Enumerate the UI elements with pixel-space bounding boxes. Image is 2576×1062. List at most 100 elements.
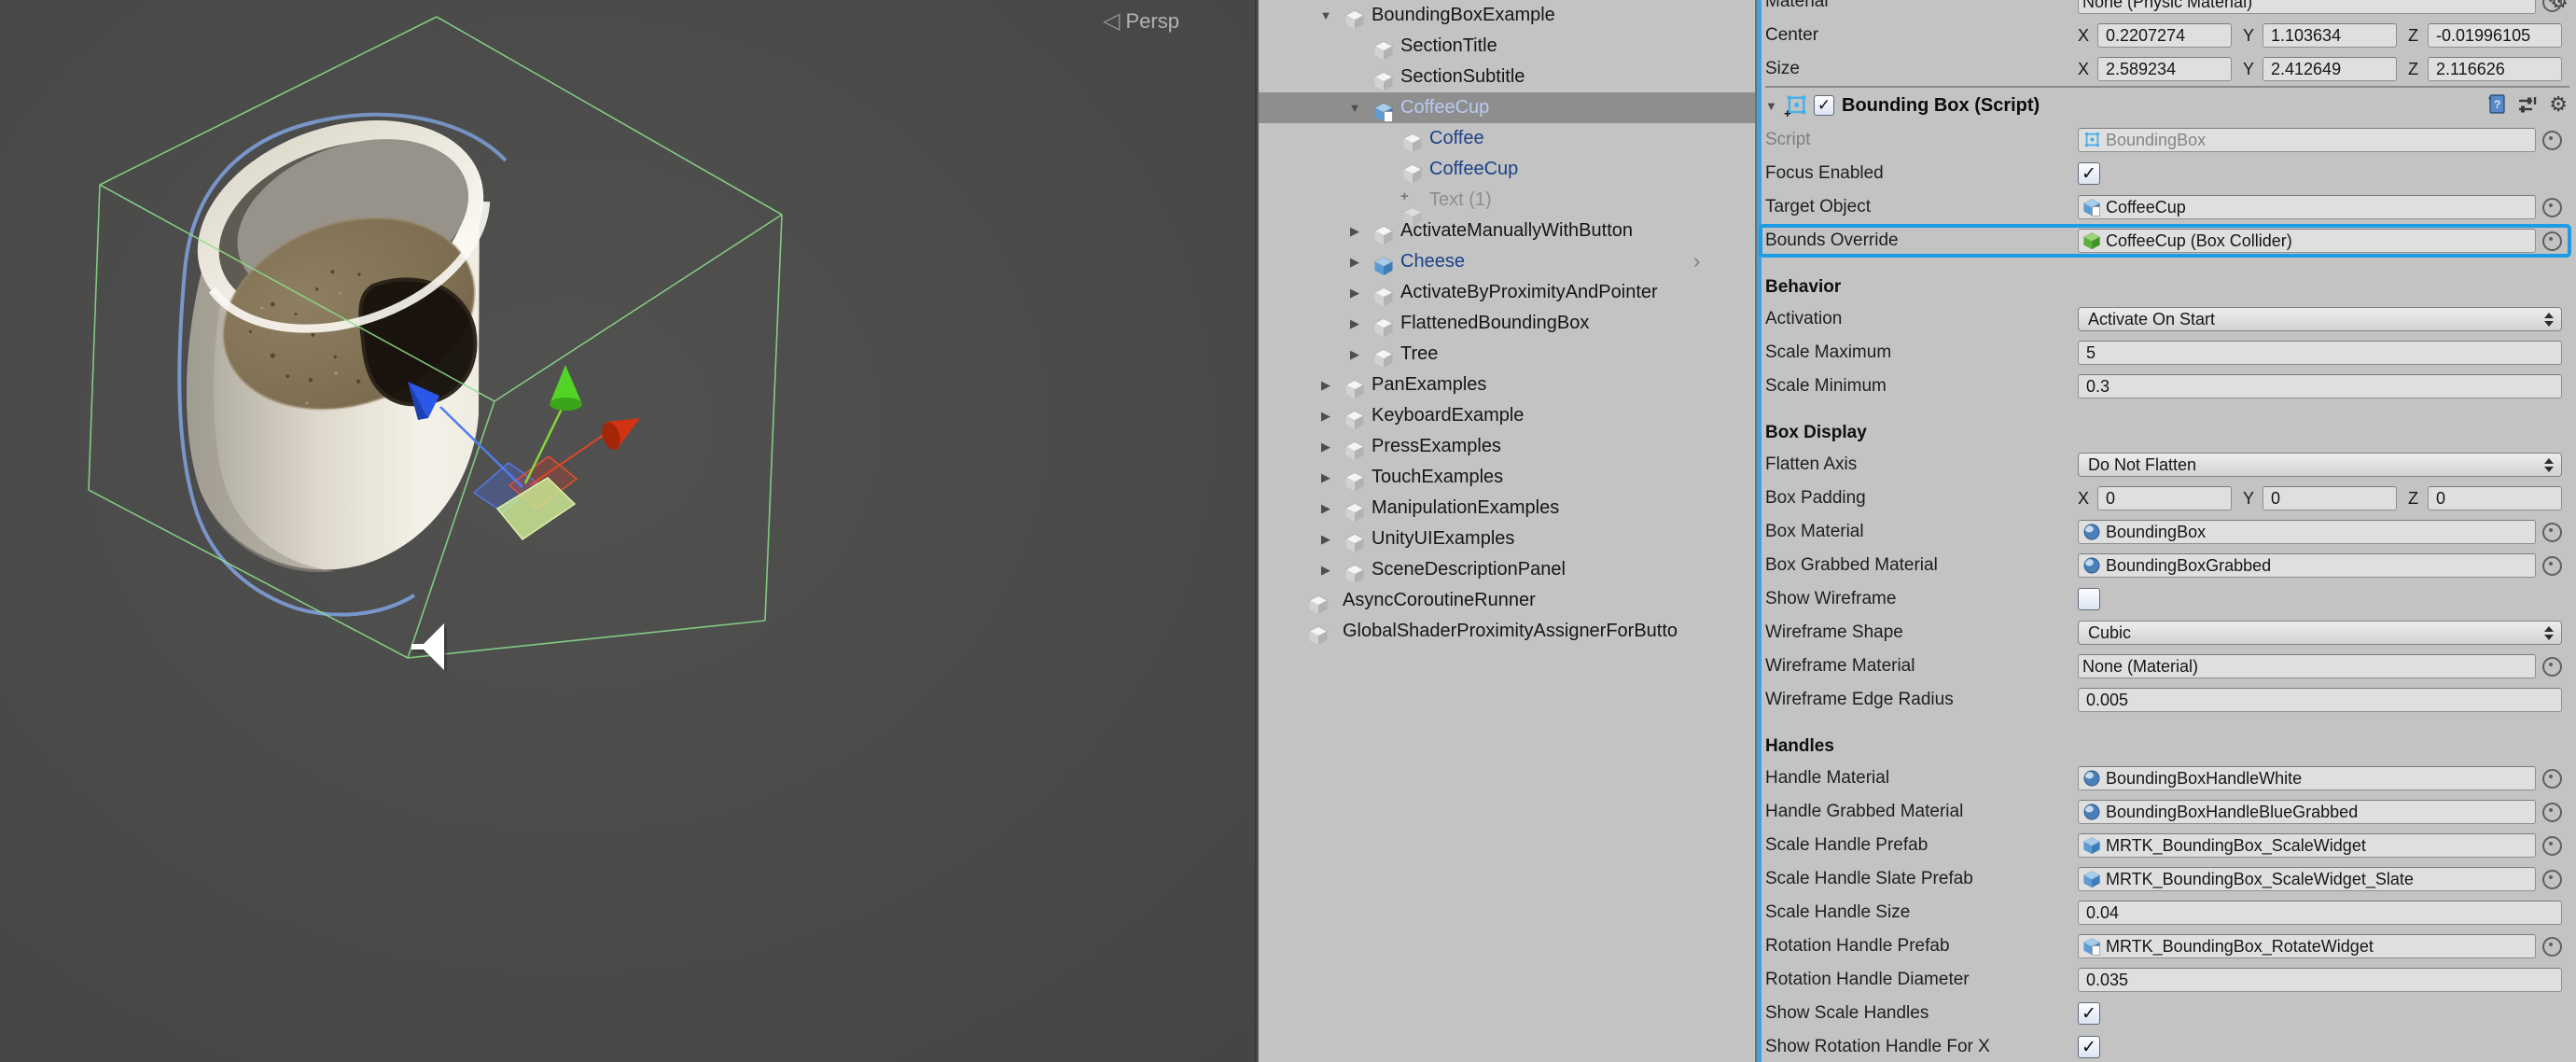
hierarchy-item-unityuiexamples[interactable]: ▶ UnityUIExamples xyxy=(1259,524,1755,554)
target-object-object-field[interactable]: CoffeeCup xyxy=(2078,195,2536,219)
dropdown-arrows-icon xyxy=(2544,626,2554,640)
rotation-handle-diameter-input[interactable]: 0.035 xyxy=(2078,968,2562,992)
wireframe-edge-radius-input[interactable]: 0.005 xyxy=(2078,688,2562,712)
hierarchy-item-sectionsubtitle[interactable]: SectionSubtitle xyxy=(1259,62,1755,92)
hierarchy-item-tree[interactable]: ▶ Tree xyxy=(1259,339,1755,370)
foldout-triangle-icon[interactable]: ▶ xyxy=(1346,316,1363,331)
show-rotation-handle-for-x-checkbox[interactable]: ✓ xyxy=(2078,1036,2100,1058)
hierarchy-item-asynccoroutinerunner[interactable]: AsyncCoroutineRunner xyxy=(1259,585,1755,616)
chevron-right-icon[interactable]: › xyxy=(1693,249,1700,273)
box-padding-z-input[interactable]: 0 xyxy=(2428,486,2562,510)
object-picker-icon[interactable] xyxy=(2542,522,2562,542)
foldout-triangle-icon[interactable]: ▶ xyxy=(1317,378,1334,393)
size-z-input[interactable]: 2.116626 xyxy=(2428,57,2562,81)
scale-handle-size-input[interactable]: 0.04 xyxy=(2078,901,2562,925)
cube-icon xyxy=(1344,379,1365,398)
material-object-field[interactable]: None (Physic Material) xyxy=(2078,0,2536,14)
hierarchy-item-touchexamples[interactable]: ▶ TouchExamples xyxy=(1259,462,1755,493)
box-padding-y-input[interactable]: 0 xyxy=(2263,486,2397,510)
foldout-triangle-icon[interactable]: ▶ xyxy=(1317,501,1334,516)
foldout-triangle-icon[interactable]: ▼ xyxy=(1317,8,1334,22)
focus-enabled-checkbox[interactable]: ✓ xyxy=(2078,162,2100,185)
hierarchy-item-keyboardexample[interactable]: ▶ KeyboardExample xyxy=(1259,400,1755,431)
hierarchy-item-coffee[interactable]: Coffee xyxy=(1259,123,1755,154)
flatten-axis-dropdown[interactable]: Do Not Flatten xyxy=(2078,453,2562,477)
center-y-input[interactable]: 1.103634 xyxy=(2263,23,2397,48)
hierarchy-item-activatemanuallywithbutton[interactable]: ▶ ActivateManuallyWithButton xyxy=(1259,216,1755,246)
hierarchy-panel[interactable]: ▼ BoundingBoxExample SectionTitle Sectio… xyxy=(1257,0,1755,1062)
hierarchy-item-cheese[interactable]: ▶ Cheese › xyxy=(1259,246,1755,277)
hierarchy-item-pressexamples[interactable]: ▶ PressExamples xyxy=(1259,431,1755,462)
scale-maximum-input[interactable]: 5 xyxy=(2078,341,2562,365)
hierarchy-item-label: PressExamples xyxy=(1372,436,1501,456)
show-scale-handles-checkbox[interactable]: ✓ xyxy=(2078,1002,2100,1025)
wireframe-material-object-field[interactable]: None (Material) xyxy=(2078,654,2536,678)
inspector-panel[interactable]: ⚙ Material None (Physic Material) Center X 0… xyxy=(1755,0,2576,1062)
object-picker-icon[interactable] xyxy=(2542,0,2562,12)
object-picker-icon[interactable] xyxy=(2542,802,2562,822)
cube-icon xyxy=(1308,594,1329,614)
foldout-triangle-icon[interactable]: ▶ xyxy=(1317,532,1334,547)
handle-grabbed-material-object-field[interactable]: BoundingBoxHandleBlueGrabbed xyxy=(2078,800,2536,824)
persp-label: Persp xyxy=(1125,8,1179,33)
hierarchy-item-scenedescriptionpanel[interactable]: ▶ SceneDescriptionPanel xyxy=(1259,554,1755,585)
cube-icon xyxy=(1373,317,1394,337)
field-label: Show Scale Handles xyxy=(1765,1003,1929,1023)
help-doc-icon[interactable]: ? xyxy=(2487,93,2508,116)
object-picker-icon[interactable] xyxy=(2542,555,2562,576)
box-material-object-field[interactable]: BoundingBox xyxy=(2078,520,2536,544)
object-picker-icon[interactable] xyxy=(2542,936,2562,957)
hierarchy-item-boundingboxexample[interactable]: ▼ BoundingBoxExample xyxy=(1259,0,1755,31)
activation-dropdown[interactable]: Activate On Start xyxy=(2078,307,2562,331)
center-x-input[interactable]: 0.2207274 xyxy=(2097,23,2232,48)
foldout-triangle-icon[interactable]: ▼ xyxy=(1346,101,1363,115)
object-picker-icon[interactable] xyxy=(2542,231,2562,251)
wireframe-shape-dropdown[interactable]: Cubic xyxy=(2078,621,2562,645)
object-picker-icon[interactable] xyxy=(2542,656,2562,677)
object-picker-icon[interactable] xyxy=(2542,197,2562,217)
object-picker-icon[interactable] xyxy=(2542,130,2562,150)
handle-material-object-field[interactable]: BoundingBoxHandleWhite xyxy=(2078,766,2536,790)
preset-icon[interactable] xyxy=(2517,94,2540,115)
rotation-handle-prefab-object-field[interactable]: MRTK_BoundingBox_RotateWidget xyxy=(2078,934,2536,958)
hierarchy-item-panexamples[interactable]: ▶ PanExamples xyxy=(1259,370,1755,400)
hierarchy-item-globalshaderproximityassignerforbutto[interactable]: GlobalShaderProximityAssignerForButto xyxy=(1259,616,1755,647)
scale-minimum-input[interactable]: 0.3 xyxy=(2078,374,2562,398)
foldout-triangle-icon[interactable]: ▶ xyxy=(1346,224,1363,239)
scale-handle-slate-prefab-object-field[interactable]: MRTK_BoundingBox_ScaleWidget_Slate xyxy=(2078,867,2536,891)
component-enabled-checkbox[interactable]: ✓ xyxy=(1814,95,1834,116)
foldout-triangle-icon[interactable]: ▶ xyxy=(1317,563,1334,578)
foldout-triangle-icon[interactable]: ▶ xyxy=(1317,470,1334,485)
object-picker-icon[interactable] xyxy=(2542,768,2562,789)
foldout-triangle-icon[interactable]: ▶ xyxy=(1346,255,1363,270)
hierarchy-item-sectiontitle[interactable]: SectionTitle xyxy=(1259,31,1755,62)
hierarchy-item-coffeecup[interactable]: ▼ CoffeeCup xyxy=(1259,92,1755,123)
foldout-triangle-icon[interactable]: ▶ xyxy=(1346,347,1363,362)
foldout-triangle-icon[interactable]: ▶ xyxy=(1346,286,1363,300)
scale-handle-prefab-object-field[interactable]: MRTK_BoundingBox_ScaleWidget xyxy=(2078,833,2536,858)
center-z-input[interactable]: -0.01996105 xyxy=(2428,23,2562,48)
hierarchy-item-manipulationexamples[interactable]: ▶ ManipulationExamples xyxy=(1259,493,1755,524)
hierarchy-item-flattenedboundingbox[interactable]: ▶ FlattenedBoundingBox xyxy=(1259,308,1755,339)
scene-orientation-gizmo[interactable]: ◁ Persp xyxy=(1103,7,1179,35)
box-padding-x-input[interactable]: 0 xyxy=(2097,486,2232,510)
object-picker-icon[interactable] xyxy=(2542,869,2562,889)
foldout-triangle-icon[interactable]: ▶ xyxy=(1317,440,1334,454)
gear-icon[interactable]: ⚙ xyxy=(2549,94,2568,115)
object-picker-icon[interactable] xyxy=(2542,835,2562,856)
foldout-triangle-icon[interactable]: ▼ xyxy=(1765,99,1784,113)
hierarchy-item-text-1-[interactable]: + Text (1) xyxy=(1259,185,1755,226)
box-grabbed-material-object-field[interactable]: BoundingBoxGrabbed xyxy=(2078,553,2536,578)
bounds-override-object-field[interactable]: CoffeeCup (Box Collider) xyxy=(2078,229,2536,253)
foldout-triangle-icon[interactable]: ▶ xyxy=(1317,409,1334,424)
show-wireframe-checkbox[interactable] xyxy=(2078,588,2100,610)
scene-view[interactable]: ◁ Persp xyxy=(0,0,1255,1062)
cube-icon xyxy=(1344,564,1365,583)
object-field-value: MRTK_BoundingBox_ScaleWidget xyxy=(2106,835,2366,855)
hierarchy-item-coffeecup[interactable]: CoffeeCup xyxy=(1259,154,1755,185)
script-object-field[interactable]: BoundingBox xyxy=(2078,128,2536,152)
component-header[interactable]: ▼ + ✓ Bounding Box (Script) ? ⚙ xyxy=(1765,86,2569,123)
size-y-input[interactable]: 2.412649 xyxy=(2263,57,2397,81)
size-x-input[interactable]: 2.589234 xyxy=(2097,57,2232,81)
hierarchy-item-activatebyproximityandpointer[interactable]: ▶ ActivateByProximityAndPointer xyxy=(1259,277,1755,308)
